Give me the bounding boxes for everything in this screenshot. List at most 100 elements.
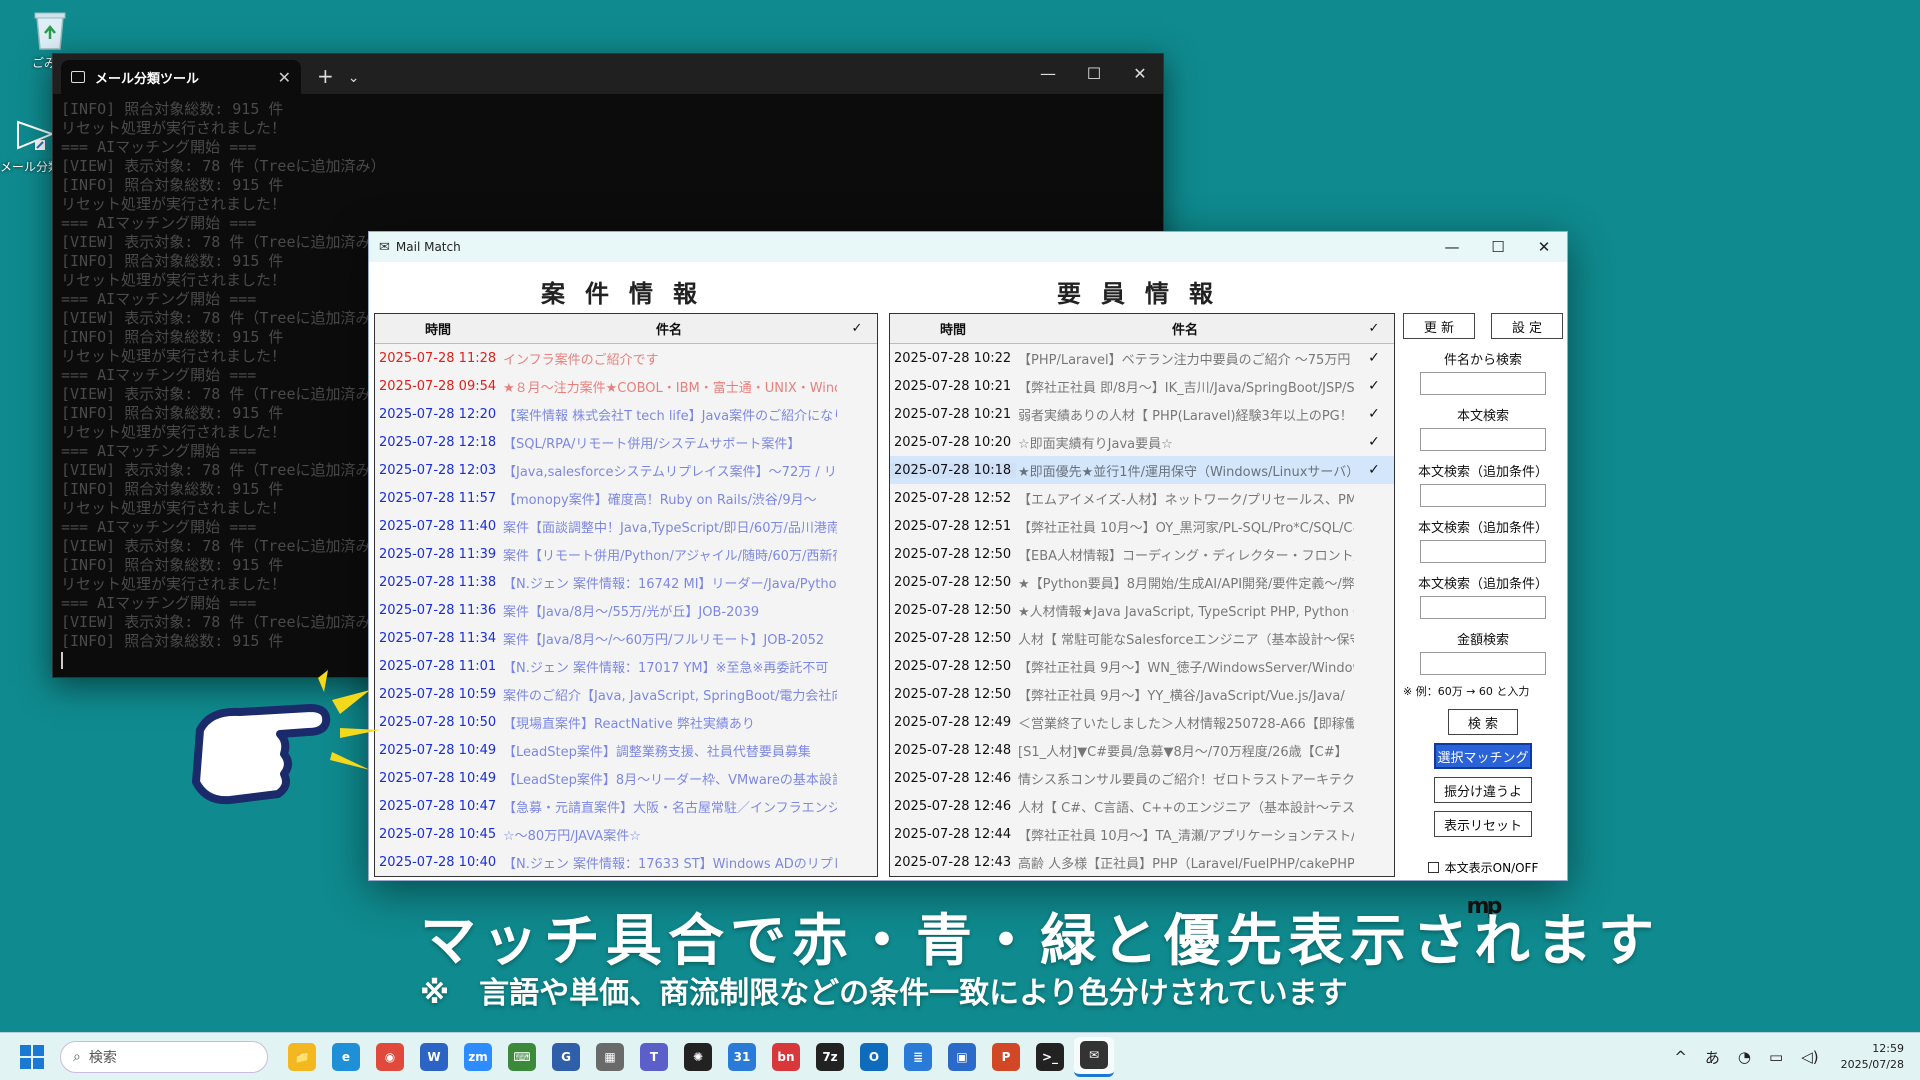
table-row[interactable]: 2025-07-28 11:39 案件【リモート併用/Python/アジャイル/随…: [375, 540, 877, 568]
table-row[interactable]: 2025-07-28 12:43 高齢 人多様【正社員】PHP（Laravel/F…: [890, 848, 1394, 876]
projects-panel[interactable]: 時間 件名 ✓ 2025-07-28 11:28 インフラ案件のご紹介です 2025…: [374, 313, 878, 877]
row-time: 2025-07-28 12:46: [894, 798, 1012, 814]
column-check[interactable]: ✓: [837, 321, 877, 336]
terminal-tab[interactable]: メール分類ツール ✕: [61, 60, 301, 94]
table-row[interactable]: 2025-07-28 11:01 【N.ジェン 案件情報：17017 YM】※至急…: [375, 652, 877, 680]
taskbar-app-terminal-app[interactable]: ⌨: [502, 1037, 542, 1077]
settings-button[interactable]: 設 定: [1491, 313, 1563, 339]
table-row[interactable]: 2025-07-28 12:51 【弊社正社員 10月～】OY_黒河家/PL-SQ…: [890, 512, 1394, 540]
column-subject[interactable]: 件名: [1016, 319, 1354, 338]
table-row[interactable]: 2025-07-28 10:45 ☆～80万円/JAVA案件☆: [375, 820, 877, 848]
taskbar-app-bn-app[interactable]: bn: [766, 1037, 806, 1077]
table-row[interactable]: 2025-07-28 12:52 【エムアイメイズ-人材】ネットワーク/プリセール…: [890, 484, 1394, 512]
taskbar-app-calculator[interactable]: ▦: [590, 1037, 630, 1077]
taskbar-app-edge[interactable]: e: [326, 1037, 366, 1077]
close-button[interactable]: ✕: [1521, 232, 1567, 262]
table-row[interactable]: 2025-07-28 11:57 【monopy案件】確度高！Ruby on Ra…: [375, 484, 877, 512]
taskbar-app-7zip[interactable]: 7z: [810, 1037, 850, 1077]
table-row[interactable]: 2025-07-28 10:59 案件のご紹介【Java, JavaScript,…: [375, 680, 877, 708]
checkbox-icon[interactable]: [1427, 862, 1439, 873]
mismatch-button[interactable]: 振分け違うよ: [1434, 777, 1532, 803]
table-row[interactable]: 2025-07-28 12:50 【弊社正社員 9月～】YY_横谷/JavaScr…: [890, 680, 1394, 708]
taskbar-app-mail-tool[interactable]: ✉: [1074, 1036, 1114, 1077]
select-match-button[interactable]: 選択マッチング: [1434, 743, 1532, 769]
tab-dropdown-button[interactable]: ⌄: [348, 70, 360, 86]
refresh-button[interactable]: 更 新: [1403, 313, 1475, 339]
row-subject: 人材【 C#、C言語、C++のエンジニア（基本設計～テスト）/: [1018, 800, 1354, 816]
table-row[interactable]: 2025-07-28 12:50 【弊社正社員 9月～】WN_徳子/Windows…: [890, 652, 1394, 680]
taskbar-clock[interactable]: 12:59 2025/07/28: [1841, 1041, 1904, 1073]
staff-panel[interactable]: 時間 件名 ✓ 2025-07-28 10:22 【PHP/Laravel】ベテラ…: [889, 313, 1395, 877]
table-row[interactable]: 2025-07-28 12:50 ★【Python要員】8月開始/生成AI/API…: [890, 568, 1394, 596]
close-button[interactable]: ✕: [1117, 54, 1163, 94]
table-row[interactable]: 2025-07-28 10:22 【PHP/Laravel】ベテラン注力中要員のご…: [890, 344, 1394, 372]
tab-close-icon[interactable]: ✕: [278, 68, 291, 87]
new-tab-button[interactable]: +: [317, 64, 334, 88]
tray-chevron-icon[interactable]: ^: [1674, 1048, 1687, 1066]
table-row[interactable]: 2025-07-28 12:44 【弊社正社員 10月～】TA_清瀬/アプリケーシ…: [890, 820, 1394, 848]
taskbar-app-file-explorer[interactable]: 📁: [282, 1037, 322, 1077]
table-row[interactable]: 2025-07-28 10:20 ☆即面実績有りJava要員☆ ✓: [890, 428, 1394, 456]
table-row[interactable]: 2025-07-28 12:50 人材【 常駐可能なSalesforceエンジニア…: [890, 624, 1394, 652]
table-row[interactable]: 2025-07-28 12:50 【EBA人材情報】コーディング・ディレクター・フ…: [890, 540, 1394, 568]
body-search-extra-input-1[interactable]: [1420, 484, 1546, 507]
table-row[interactable]: 2025-07-28 12:50 ★人材情報★Java JavaScript, T…: [890, 596, 1394, 624]
table-row[interactable]: 2025-07-28 12:03 【Java,salesforceシステムリプレイ…: [375, 456, 877, 484]
taskbar-app-zoom[interactable]: zm: [458, 1037, 498, 1077]
table-row[interactable]: 2025-07-28 09:54 ★８月～注力案件★COBOL・IBM・富士通・U…: [375, 372, 877, 400]
column-time[interactable]: 時間: [890, 319, 1016, 338]
table-row[interactable]: 2025-07-28 10:49 【LeadStep案件】調整業務支援、社員代替要…: [375, 736, 877, 764]
table-row[interactable]: 2025-07-28 10:47 【急募・元請直案件】大阪・名古屋常駐／インフラエ…: [375, 792, 877, 820]
table-row[interactable]: 2025-07-28 12:48 [S1_人材]▼C#要員/急募▼8月～/70万程…: [890, 736, 1394, 764]
taskbar-app-teams[interactable]: T: [634, 1037, 674, 1077]
body-search-extra-input-3[interactable]: [1420, 596, 1546, 619]
table-row[interactable]: 2025-07-28 12:20 【案件情報 株式会社T tech life】Ja…: [375, 400, 877, 428]
ime-indicator[interactable]: あ: [1705, 1047, 1720, 1068]
volume-icon[interactable]: ◁): [1801, 1048, 1818, 1066]
table-row[interactable]: 2025-07-28 12:18 【SQL/RPA/リモート併用/システムサポート…: [375, 428, 877, 456]
taskbar-app-calendar[interactable]: 31: [722, 1037, 762, 1077]
body-search-input[interactable]: [1420, 428, 1546, 451]
table-row[interactable]: 2025-07-28 12:49 ＜営業終了いたしました＞人材情報250728-A…: [890, 708, 1394, 736]
column-check[interactable]: ✓: [1354, 321, 1394, 336]
taskbar-search[interactable]: ⌕ 検索: [60, 1040, 268, 1073]
table-row[interactable]: 2025-07-28 11:36 案件【Java/8月～/55万/光が丘】JOB-…: [375, 596, 877, 624]
network-icon[interactable]: ▭: [1769, 1048, 1783, 1066]
subject-search-input[interactable]: [1420, 372, 1546, 395]
table-row[interactable]: 2025-07-28 10:50 【現場直案件】ReactNative 弊社実績あ…: [375, 708, 877, 736]
table-row[interactable]: 2025-07-28 10:18 ★即面優先★並行1件/運用保守（Windows/…: [890, 456, 1394, 484]
table-row[interactable]: 2025-07-28 11:38 【N.ジェン 案件情報：16742 MI】リーダ…: [375, 568, 877, 596]
taskbar-app-powerpoint[interactable]: P: [986, 1037, 1026, 1077]
reset-view-button[interactable]: 表示リセット: [1434, 811, 1532, 837]
taskbar-app-remote-desktop[interactable]: ▣: [942, 1037, 982, 1077]
column-subject[interactable]: 件名: [501, 319, 837, 338]
taskbar-app-notepad[interactable]: ≣: [898, 1037, 938, 1077]
column-time[interactable]: 時間: [375, 319, 501, 338]
body-search-extra-input-2[interactable]: [1420, 540, 1546, 563]
status-icon[interactable]: ◔: [1738, 1048, 1751, 1066]
amount-search-input[interactable]: [1420, 652, 1546, 675]
taskbar-app-chatgpt[interactable]: ✺: [678, 1037, 718, 1077]
body-toggle[interactable]: 本文表示ON/OFF: [1403, 859, 1563, 876]
minimize-button[interactable]: —: [1429, 232, 1475, 262]
search-button[interactable]: 検 索: [1448, 709, 1518, 735]
table-row[interactable]: 2025-07-28 10:21 弱者実績ありの人材【 PHP(Laravel)経…: [890, 400, 1394, 428]
minimize-button[interactable]: —: [1025, 54, 1071, 94]
table-row[interactable]: 2025-07-28 11:28 インフラ案件のご紹介です: [375, 344, 877, 372]
table-row[interactable]: 2025-07-28 10:21 【弊社正社員 即/8月～】IK_吉川/Java/…: [890, 372, 1394, 400]
table-row[interactable]: 2025-07-28 11:40 案件【面談調整中！Java,TypeScript…: [375, 512, 877, 540]
start-button[interactable]: [20, 1044, 44, 1069]
mailmatch-window[interactable]: ✉ Mail Match — ☐ ✕ 案件情報 要員情報 時間 件名 ✓ 202…: [368, 231, 1568, 919]
table-row[interactable]: 2025-07-28 10:40 【N.ジェン 案件情報：17633 ST】Win…: [375, 848, 877, 876]
taskbar-app-chrome[interactable]: ◉: [370, 1037, 410, 1077]
taskbar-app-outlook[interactable]: O: [854, 1037, 894, 1077]
table-row[interactable]: 2025-07-28 12:46 情シス系コンサル要員のご紹介！ゼロトラストアーキ…: [890, 764, 1394, 792]
maximize-button[interactable]: ☐: [1071, 54, 1117, 94]
taskbar-app-console[interactable]: >_: [1030, 1037, 1070, 1077]
table-row[interactable]: 2025-07-28 10:49 【LeadStep案件】8月～リーダー枠、VMw…: [375, 764, 877, 792]
taskbar-app-g-app[interactable]: G: [546, 1037, 586, 1077]
taskbar-app-word[interactable]: W: [414, 1037, 454, 1077]
table-row[interactable]: 2025-07-28 12:46 人材【 C#、C言語、C++のエンジニア（基本設…: [890, 792, 1394, 820]
table-row[interactable]: 2025-07-28 11:34 案件【Java/8月～/～60万円/フルリモート…: [375, 624, 877, 652]
maximize-button[interactable]: ☐: [1475, 232, 1521, 262]
